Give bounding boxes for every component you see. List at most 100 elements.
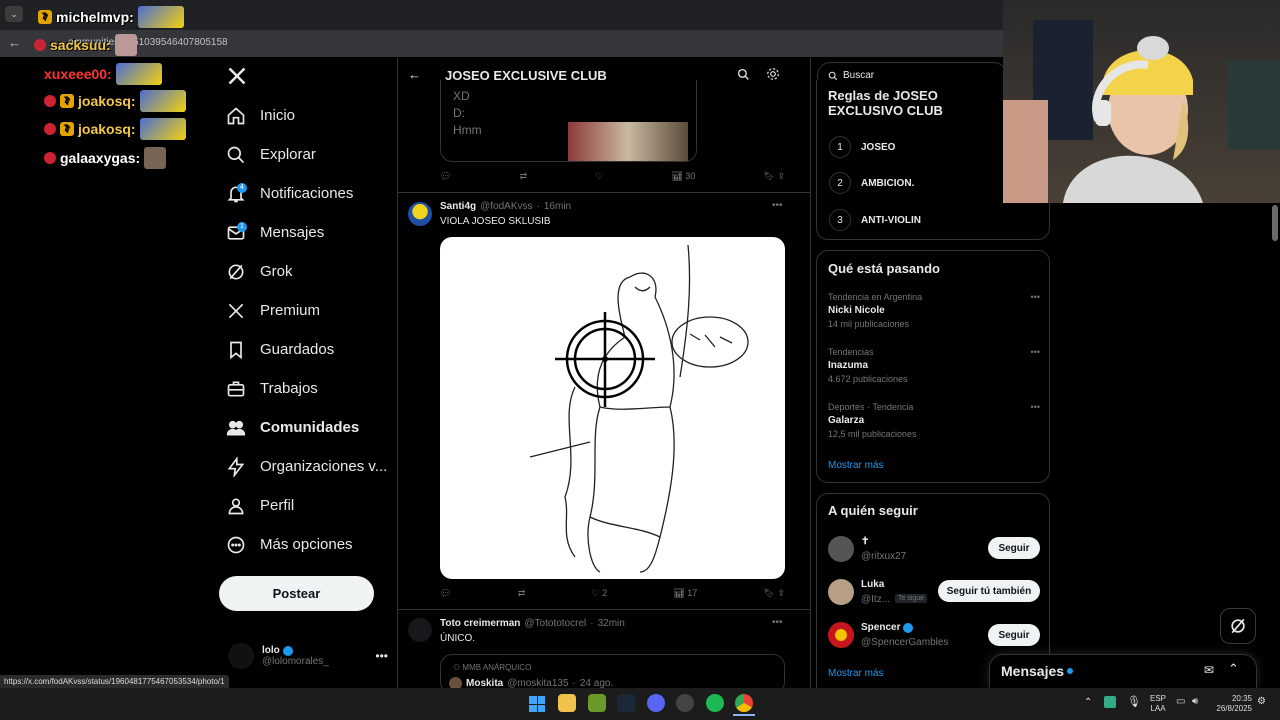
follow-button[interactable]: Seguir — [988, 624, 1040, 646]
post-image[interactable] — [440, 237, 785, 579]
account-switcher[interactable]: lolo @lolomorales_ ••• — [228, 643, 388, 669]
tray-app-icon[interactable] — [1104, 696, 1116, 708]
rule-text: AMBICION. — [861, 177, 915, 189]
network-icon[interactable]: ▭ — [1176, 696, 1185, 707]
user-handle: @SpencerGambles — [861, 637, 949, 648]
steam-icon[interactable] — [617, 694, 635, 712]
emote-icon — [137, 6, 184, 28]
author-name[interactable]: Santi4g — [440, 201, 476, 212]
avatar[interactable] — [408, 202, 432, 226]
post-text: VIOLA JOSEO SKLUSIB — [440, 216, 551, 227]
reply-icon[interactable]: 💬︎ — [440, 171, 451, 182]
nav-item-perfil[interactable]: Perfil — [218, 486, 398, 525]
nav-item-guardados[interactable]: Guardados — [218, 330, 398, 369]
like-button[interactable]: ♡ 2 — [591, 588, 607, 599]
file-explorer-icon[interactable] — [558, 694, 576, 712]
nav-item-premium[interactable]: Premium — [218, 291, 398, 330]
quote-thumbnail-image[interactable] — [568, 122, 688, 161]
tray-overflow-icon[interactable]: ⌃ — [1084, 697, 1092, 708]
show-more-link[interactable]: Mostrar más — [828, 460, 884, 471]
rule-number: 3 — [829, 209, 851, 231]
grok-button[interactable] — [1220, 608, 1256, 644]
more-icon[interactable]: ••• — [375, 649, 388, 663]
post-time[interactable]: 16min — [544, 201, 571, 212]
more-icon[interactable]: ••• — [772, 617, 783, 628]
discord-icon[interactable] — [647, 694, 665, 712]
repost-icon[interactable]: ⇄ — [518, 588, 526, 599]
tab-list-button[interactable]: ⌄ — [5, 6, 23, 22]
webcam-overlay — [1003, 0, 1280, 203]
post-button[interactable]: Postear — [219, 576, 374, 611]
expand-icon[interactable]: ⌃ — [1228, 661, 1239, 677]
rule-item[interactable]: 2 AMBICION. — [829, 172, 914, 194]
author-name[interactable]: Toto creimerman — [440, 618, 520, 629]
nav-item-comunidades[interactable]: Comunidades — [218, 408, 398, 447]
nav-label: Notificaciones — [260, 185, 354, 202]
rule-item[interactable]: 3 ANTI-VIOLIN — [829, 209, 921, 231]
app-icon[interactable] — [588, 694, 606, 712]
more-icon[interactable]: ••• — [1031, 347, 1040, 357]
rule-item[interactable]: 1 JOSEO — [829, 136, 895, 158]
nav-item-explorar[interactable]: Explorar — [218, 135, 398, 174]
quoted-post-card[interactable]: XD D: Hmm — [440, 80, 697, 162]
chat-username: joakosq: — [78, 93, 136, 109]
reply-icon[interactable]: 💬︎ — [440, 588, 451, 599]
notification-center-icon[interactable]: ⚙︎ — [1257, 696, 1266, 707]
scrollbar-thumb[interactable] — [1272, 205, 1278, 241]
more-icon[interactable]: ••• — [772, 200, 783, 211]
nav-item-inicio[interactable]: Inicio — [218, 96, 398, 135]
nav-item-trabajos[interactable]: Trabajos — [218, 369, 398, 408]
nav-item-organizaciones[interactable]: Organizaciones v... — [218, 447, 398, 486]
post-divider — [398, 192, 810, 193]
follow-button[interactable]: Seguir — [988, 537, 1040, 559]
more-icon[interactable]: ••• — [1031, 292, 1040, 302]
language-indicator[interactable]: ESP LAA — [1150, 694, 1166, 714]
follow-suggestion[interactable]: Spencer @SpencerGambles Seguir — [828, 622, 1040, 650]
message-badge: 1 — [237, 221, 247, 232]
back-arrow-icon[interactable]: ← — [408, 67, 421, 82]
spotify-icon[interactable] — [706, 694, 724, 712]
author-handle[interactable]: @fodAKvss — [480, 201, 532, 212]
bookmark-icon[interactable]: 🔖︎ ⇪ — [764, 171, 785, 182]
clock[interactable]: 20:35 26/8/2025 — [1210, 694, 1252, 714]
nav-label: Organizaciones v... — [260, 458, 388, 475]
post-time[interactable]: 32min — [598, 618, 625, 629]
author-handle[interactable]: @Totototocrel — [524, 618, 586, 629]
trend-item[interactable]: Tendencias Inazuma 4.672 publicaciones •… — [828, 347, 1040, 384]
search-icon[interactable] — [737, 68, 750, 81]
nav-label: Más opciones — [260, 536, 353, 553]
follow-suggestion[interactable]: ✝ @ritxux27 Seguir — [828, 536, 1040, 564]
chrome-icon[interactable] — [735, 694, 753, 712]
views-count[interactable]: 📊︎ 30 — [671, 171, 695, 182]
gear-icon[interactable] — [766, 67, 780, 81]
like-icon[interactable]: ♡ — [595, 171, 603, 182]
volume-icon[interactable]: 🔊︎ — [1192, 696, 1198, 707]
trend-item[interactable]: Tendencia en Argentina Nicki Nicole 14 m… — [828, 292, 1040, 329]
post-text: ÚNICO. — [440, 633, 475, 644]
back-icon[interactable]: ← — [8, 35, 21, 50]
nav-item-mensajes[interactable]: 1 Mensajes — [218, 213, 398, 252]
follow-suggestion[interactable]: Luka @Itz... Te sigue Seguir tú también — [828, 579, 1040, 607]
nav-item-grok[interactable]: Grok — [218, 252, 398, 291]
x-logo-icon[interactable] — [227, 66, 247, 91]
trend-item[interactable]: Deportes · Tendencia Galarza 12,5 mil pu… — [828, 402, 1040, 439]
post-header: Santi4g @fodAKvss · 16min — [440, 201, 572, 212]
messages-drawer[interactable]: Mensajes ✉︎ ⌃ — [989, 654, 1257, 688]
new-message-icon[interactable]: ✉︎ — [1204, 663, 1214, 677]
avatar[interactable] — [408, 618, 432, 642]
repost-icon[interactable]: ⇄ — [520, 171, 528, 182]
account-handle: @lolomorales_ — [262, 656, 329, 667]
views-count[interactable]: 📊︎ 17 — [673, 588, 697, 599]
nav-item-notificaciones[interactable]: 4 Notificaciones — [218, 174, 398, 213]
bookmark-icon[interactable]: 🔖︎ ⇪ — [764, 588, 785, 599]
more-icon[interactable]: ••• — [1031, 402, 1040, 412]
obs-icon[interactable] — [676, 694, 694, 712]
follow-back-button[interactable]: Seguir tú también — [938, 580, 1040, 602]
show-more-link[interactable]: Mostrar más — [828, 668, 884, 679]
grok-icon — [228, 264, 244, 279]
messages-title: Mensajes — [1001, 663, 1065, 679]
feed-left-border — [397, 58, 398, 688]
microphone-icon[interactable]: 🎙︎ — [1127, 695, 1141, 708]
nav-item-mas-opciones[interactable]: Más opciones — [218, 525, 398, 564]
windows-start-icon[interactable] — [529, 696, 545, 712]
